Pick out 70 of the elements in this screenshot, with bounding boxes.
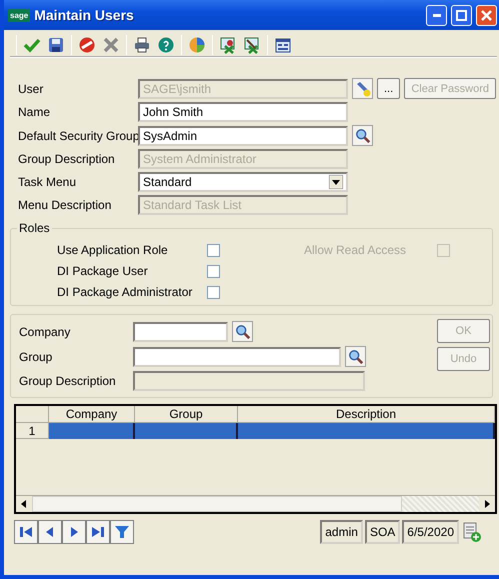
help-icon[interactable] <box>157 36 175 54</box>
last-icon <box>91 525 105 539</box>
previous-record-button[interactable] <box>38 520 62 544</box>
search-button[interactable] <box>232 321 253 342</box>
pie-chart-icon[interactable] <box>188 36 206 54</box>
field-label: Group Description <box>18 152 116 166</box>
window-title: Maintain Users <box>34 7 135 23</box>
checkbox-label: DI Package Administrator <box>57 285 194 299</box>
status-field: 6/5/2020 <box>402 520 459 544</box>
first-icon <box>19 525 33 539</box>
field-label: Group Description <box>19 374 117 388</box>
last-record-button[interactable] <box>86 520 110 544</box>
app-logo: sage <box>8 8 30 22</box>
table-cell[interactable] <box>135 423 238 439</box>
input-field[interactable]: SysAdmin <box>138 126 348 146</box>
minimize-button[interactable] <box>426 4 447 26</box>
table-cell[interactable] <box>49 423 135 439</box>
column-header[interactable]: Description <box>238 406 495 423</box>
field-label: Name <box>18 105 52 119</box>
close-button[interactable] <box>476 4 497 26</box>
search-icon <box>348 348 364 364</box>
checkbox-label: DI Package User <box>57 264 149 278</box>
column-header[interactable]: Company <box>49 406 135 423</box>
horizontal-scrollbar[interactable] <box>16 495 495 512</box>
field-label: Company <box>19 324 72 338</box>
spreadsheet-export-icon[interactable] <box>219 36 237 54</box>
search-icon <box>354 128 370 144</box>
printer-icon[interactable] <box>133 36 151 54</box>
grid-row[interactable]: 1 <box>16 423 495 439</box>
status-field: SOA <box>364 520 400 544</box>
dropdown-arrow-icon[interactable] <box>329 175 343 189</box>
maximize-icon <box>456 10 467 20</box>
input-field[interactable] <box>133 322 228 342</box>
table-cell[interactable] <box>238 423 495 439</box>
save-icon[interactable] <box>47 36 65 54</box>
field-label: Task Menu <box>18 175 78 189</box>
status-field: admin <box>320 520 363 544</box>
window-layout-icon[interactable] <box>274 36 292 54</box>
filter-button[interactable] <box>110 520 134 544</box>
checkbox[interactable] <box>207 264 220 278</box>
maximize-button[interactable] <box>451 4 472 26</box>
checkbox[interactable] <box>207 244 220 256</box>
search-icon <box>234 324 250 340</box>
no-entry-icon[interactable] <box>78 36 96 54</box>
add-record-icon[interactable] <box>461 520 483 544</box>
checkmark-icon[interactable] <box>23 36 41 54</box>
close-icon <box>481 10 492 20</box>
first-record-button[interactable] <box>14 520 38 544</box>
column-header[interactable]: Group <box>135 406 238 423</box>
checkbox-label: Use Application Role <box>57 243 169 257</box>
input-field[interactable]: John Smith <box>138 102 348 122</box>
search-button[interactable] <box>352 125 373 146</box>
close-icon[interactable] <box>102 36 120 54</box>
input-field[interactable] <box>133 346 341 366</box>
spreadsheet-tools-icon[interactable] <box>243 36 261 54</box>
flashlight-icon <box>354 80 370 96</box>
field-label: Default Security Group <box>18 128 138 142</box>
field-label: User <box>18 82 44 96</box>
flashlight-button[interactable] <box>352 78 373 99</box>
group-title: Roles <box>18 221 51 235</box>
dropdown-field[interactable]: Standard <box>138 172 348 192</box>
scrollbar-thumb[interactable] <box>32 496 402 512</box>
search-button[interactable] <box>345 346 366 367</box>
field-label: Group <box>19 350 54 364</box>
minimize-icon <box>432 14 440 16</box>
next-record-button[interactable] <box>62 520 86 544</box>
field-label: Menu Description <box>18 198 112 212</box>
filter-icon <box>114 524 130 540</box>
checkbox-label: Allow Read Access <box>304 243 408 257</box>
checkbox[interactable] <box>207 286 220 298</box>
